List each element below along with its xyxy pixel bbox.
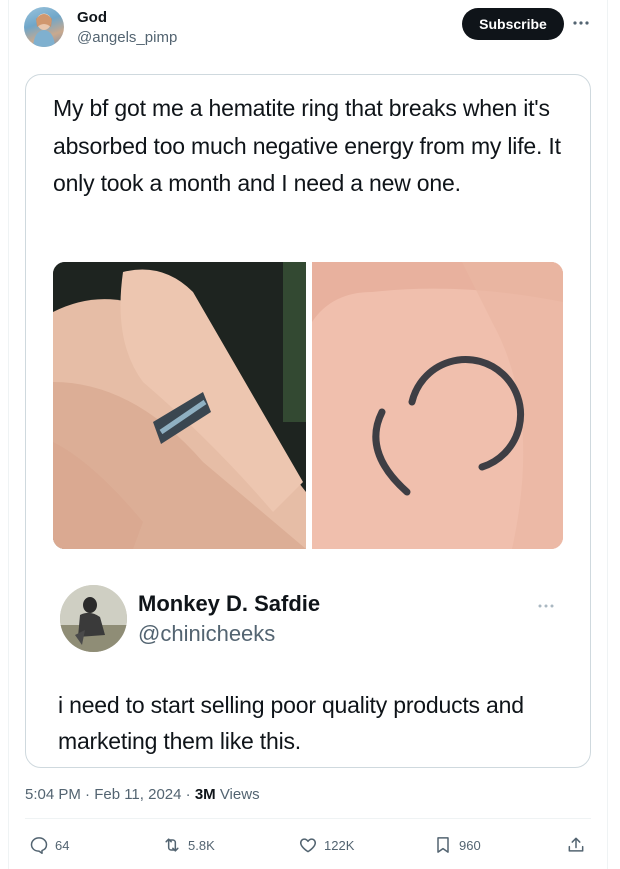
more-icon[interactable] — [572, 14, 590, 32]
divider — [25, 818, 591, 819]
quoted-text: i need to start selling poor quality pro… — [58, 692, 524, 754]
frame-border-left — [8, 0, 9, 869]
like-button[interactable]: 122K — [298, 834, 354, 856]
quoted-more-icon — [537, 596, 555, 612]
views-label: Views — [215, 786, 260, 803]
share-icon — [568, 837, 584, 852]
retweet-icon — [165, 838, 179, 852]
views-count: 3M — [194, 786, 216, 803]
author-handle[interactable]: @angels_pimp — [77, 29, 177, 46]
retweet-count: 5.8K — [188, 837, 215, 853]
bookmark-count: 960 — [459, 837, 481, 853]
broken-ring-palm-photo[interactable] — [312, 262, 563, 549]
bookmark-icon — [437, 837, 449, 853]
reply-button[interactable]: 64 — [29, 834, 69, 856]
author-display-name[interactable]: God — [77, 9, 107, 26]
author-avatar[interactable] — [24, 7, 64, 47]
heart-icon — [299, 838, 317, 853]
share-button[interactable] — [566, 834, 586, 856]
timestamp[interactable]: 5:04 PM · Feb 11, 2024 · — [25, 786, 195, 803]
post-meta: 5:04 PM · Feb 11, 2024 · 3M Views — [25, 786, 260, 803]
quoted-handle[interactable]: @chinicheeks — [138, 621, 275, 647]
frame-border-right — [607, 0, 608, 869]
reply-count: 64 — [55, 837, 70, 853]
ring-on-finger-photo[interactable] — [53, 262, 306, 549]
subscribe-button[interactable]: Subscribe — [462, 8, 564, 40]
quoted-display-name[interactable]: Monkey D. Safdie — [138, 591, 320, 617]
reply-icon — [30, 837, 48, 854]
retweet-button[interactable]: 5.8K — [162, 834, 215, 856]
bookmark-button[interactable]: 960 — [433, 834, 481, 856]
quoted-author-avatar[interactable] — [60, 585, 127, 652]
post-text: My bf got me a hematite ring that breaks… — [53, 95, 561, 196]
like-count: 122K — [324, 837, 355, 853]
